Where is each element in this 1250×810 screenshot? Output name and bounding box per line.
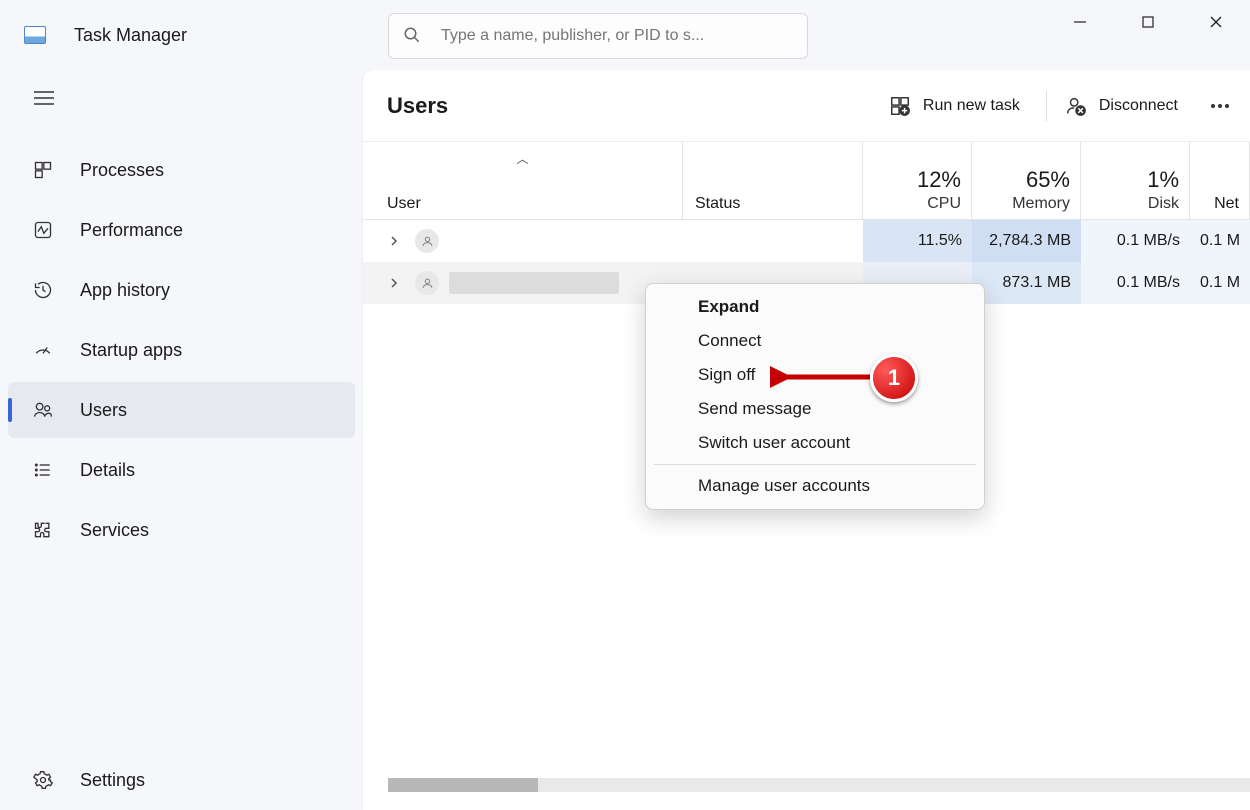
- maximize-button[interactable]: [1114, 0, 1182, 44]
- titlebar: Task Manager: [0, 0, 1250, 70]
- users-icon: [32, 399, 54, 421]
- disconnect-icon: [1065, 95, 1087, 117]
- run-new-task-label: Run new task: [923, 97, 1020, 115]
- col-status-label: Status: [695, 195, 740, 213]
- sidebar-item-label: Services: [80, 520, 149, 541]
- chevron-right-icon[interactable]: [383, 236, 405, 246]
- table-row[interactable]: 11.5% 2,784.3 MB 0.1 MB/s 0.1 M: [363, 220, 1250, 262]
- col-memory[interactable]: 65% Memory: [972, 142, 1081, 219]
- menu-manage-accounts[interactable]: Manage user accounts: [646, 469, 984, 503]
- cell-net: 0.1 M: [1190, 220, 1250, 262]
- menu-sign-off[interactable]: Sign off: [646, 358, 984, 392]
- column-headers: ︿ User Status 12% CPU 65% Memory 1% Disk: [363, 142, 1250, 220]
- sidebar-item-settings[interactable]: Settings: [8, 752, 355, 808]
- cell-status: [683, 220, 863, 262]
- menu-switch-user[interactable]: Switch user account: [646, 426, 984, 460]
- sidebar-item-label: Details: [80, 460, 135, 481]
- cell-disk: 0.1 MB/s: [1081, 262, 1190, 304]
- menu-divider: [654, 464, 976, 465]
- cell-user: [363, 220, 683, 262]
- more-button[interactable]: [1198, 86, 1242, 126]
- sidebar-item-label: Settings: [80, 770, 145, 791]
- search-icon: [403, 26, 421, 47]
- minimize-button[interactable]: [1046, 0, 1114, 44]
- redacted-username: [449, 272, 619, 294]
- cpu-value: 12%: [917, 167, 961, 193]
- user-avatar-icon: [415, 229, 439, 253]
- workspace: Processes Performance App history Startu…: [0, 70, 1250, 810]
- cell-cpu: 11.5%: [863, 220, 972, 262]
- menu-expand[interactable]: Expand: [646, 290, 984, 324]
- sidebar-item-label: Performance: [80, 220, 183, 241]
- sidebar-item-performance[interactable]: Performance: [8, 202, 355, 258]
- page-title: Users: [387, 93, 448, 119]
- search-box[interactable]: [388, 13, 808, 59]
- sidebar: Processes Performance App history Startu…: [0, 70, 363, 810]
- disconnect-button[interactable]: Disconnect: [1053, 87, 1190, 125]
- gear-icon: [32, 769, 54, 791]
- divider: [1046, 91, 1047, 121]
- col-status[interactable]: Status: [683, 142, 863, 219]
- activity-icon: [32, 219, 54, 241]
- net-label: Net: [1214, 195, 1239, 213]
- sidebar-item-label: Processes: [80, 160, 164, 181]
- hamburger-button[interactable]: [20, 78, 68, 118]
- cell-net: 0.1 M: [1190, 262, 1250, 304]
- user-avatar-icon: [415, 271, 439, 295]
- app-icon: [24, 26, 46, 44]
- sidebar-item-label: Startup apps: [80, 340, 182, 361]
- disk-label: Disk: [1148, 195, 1179, 213]
- sidebar-item-services[interactable]: Services: [8, 502, 355, 558]
- grid-icon: [32, 159, 54, 181]
- cpu-label: CPU: [927, 195, 961, 213]
- history-icon: [32, 279, 54, 301]
- search-input[interactable]: [441, 27, 793, 45]
- window-controls: [1046, 0, 1250, 44]
- sidebar-item-processes[interactable]: Processes: [8, 142, 355, 198]
- puzzle-icon: [32, 519, 54, 541]
- run-task-icon: [889, 95, 911, 117]
- close-button[interactable]: [1182, 0, 1250, 44]
- cell-user: [363, 262, 683, 304]
- sidebar-item-details[interactable]: Details: [8, 442, 355, 498]
- col-user[interactable]: ︿ User: [363, 142, 683, 219]
- cell-disk: 0.1 MB/s: [1081, 220, 1190, 262]
- cell-memory: 873.1 MB: [972, 262, 1081, 304]
- memory-value: 65%: [1026, 167, 1070, 193]
- sidebar-item-label: Users: [80, 400, 127, 421]
- disconnect-label: Disconnect: [1099, 97, 1178, 115]
- app-icon-wrap: [0, 26, 70, 44]
- speedometer-icon: [32, 339, 54, 361]
- chevron-right-icon[interactable]: [383, 278, 405, 288]
- cell-memory: 2,784.3 MB: [972, 220, 1081, 262]
- search-wrap: [388, 13, 808, 59]
- scrollbar-thumb[interactable]: [388, 778, 538, 792]
- main-header: Users Run new task Disconnect: [363, 70, 1250, 142]
- context-menu: Expand Connect Sign off Send message Swi…: [645, 283, 985, 510]
- sidebar-item-users[interactable]: Users: [8, 382, 355, 438]
- col-user-label: User: [387, 195, 421, 213]
- col-network[interactable]: Net: [1190, 142, 1250, 219]
- menu-send-message[interactable]: Send message: [646, 392, 984, 426]
- sidebar-item-startup-apps[interactable]: Startup apps: [8, 322, 355, 378]
- sidebar-item-label: App history: [80, 280, 170, 301]
- chevron-up-icon: ︿: [516, 150, 528, 167]
- menu-connect[interactable]: Connect: [646, 324, 984, 358]
- list-icon: [32, 459, 54, 481]
- horizontal-scrollbar[interactable]: [388, 778, 1250, 792]
- disk-value: 1%: [1147, 167, 1179, 193]
- run-new-task-button[interactable]: Run new task: [877, 87, 1032, 125]
- sidebar-item-app-history[interactable]: App history: [8, 262, 355, 318]
- col-disk[interactable]: 1% Disk: [1081, 142, 1190, 219]
- memory-label: Memory: [1012, 195, 1070, 213]
- col-cpu[interactable]: 12% CPU: [863, 142, 972, 219]
- app-title: Task Manager: [70, 25, 187, 46]
